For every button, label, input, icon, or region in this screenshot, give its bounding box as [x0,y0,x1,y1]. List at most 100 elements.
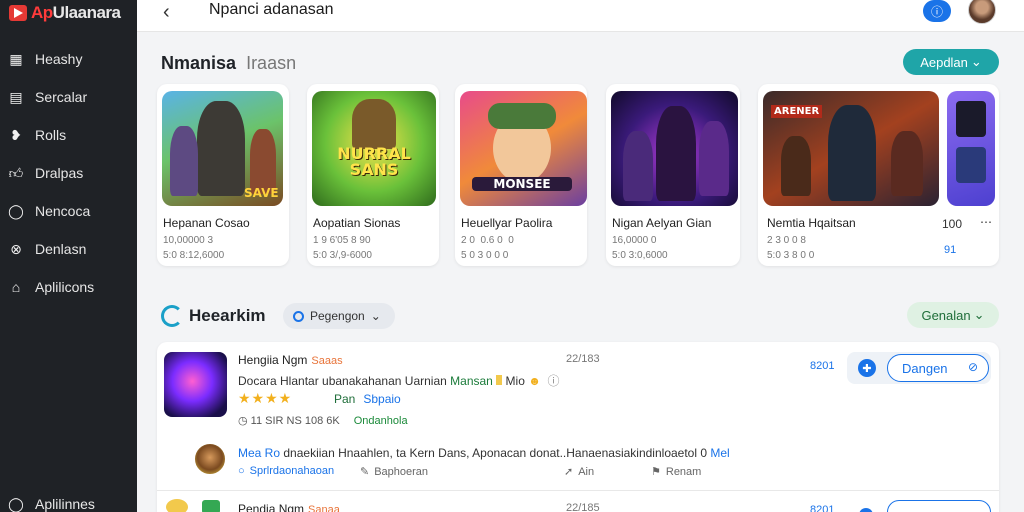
chevron-down-icon: ⌄ [970,54,982,69]
game-art-text: NURRAL SANS [337,144,411,179]
game-name: Nigan Aelyan Gian [612,216,712,230]
topbar: ‹ Npanci adanasan ⓘ [137,0,1024,32]
comment-text: Mea Ro dnaekiian Hnaahlen, ta Kern Dans,… [238,446,730,460]
list-item-title[interactable]: Hengiia Ngm Saaas [238,353,343,367]
card-count: 100 [942,217,963,231]
chevron-down-icon: ⌄ [973,307,985,322]
game-card[interactable]: SAVE Hepanan Cosao 10,00000 3 5:0 8:12,6… [157,84,289,266]
gamepad-icon: ⊗ [10,240,22,257]
sidebar-item-denlasn[interactable]: ⊗ Denlasn [0,230,137,268]
section-action-button[interactable]: Genalan ⌄ [907,302,999,328]
game-art-side [947,91,995,206]
dropdown-value: Pegengon [310,309,365,323]
game-thumbnail[interactable] [202,500,220,512]
game-art: NURRAL SANS [312,91,436,206]
add-icon[interactable]: ✚ [858,359,876,377]
pencil-icon: ✎ [360,466,370,478]
game-card[interactable]: MONSEE Heuellyar Paolira 2 0 0.6 0 0 5 0… [455,84,587,266]
list-item-number: 8201 [810,504,835,512]
circle-icon: ○ [238,465,245,477]
row-action-button[interactable] [887,500,991,512]
sidebar-item-nencoca[interactable]: ◯ Nencoca [0,192,137,230]
list-icon: ▤ [9,88,23,105]
game-art [611,91,738,206]
rating-text: Pan Sbpaio [334,392,401,406]
game-meta: 2 3 0 0 8 [767,235,806,246]
sidebar: ApUlaanara ▦ Heashy ▤ Sercalar ❥ Rolls 👍︎ Dr… [0,0,137,512]
heart-icon: ❥ [10,126,22,143]
share-icon: ➚ [564,466,574,478]
sidebar-item-label: Rolls [35,127,67,143]
game-name: Heuellyar Paolira [461,216,553,230]
row-action-button[interactable]: Dangen ⊘ [887,354,989,382]
game-meta: 5:0 3/,9-6000 [313,250,372,261]
game-meta: 10,00000 3 [163,235,214,246]
sidebar-item-dralpas[interactable]: 👍︎ Dralpas [0,154,137,192]
list-item-description: Docara Hlantar ubanakahanan Uarnian Mans… [238,374,560,388]
link-icon: ⊘ [967,360,978,374]
game-art-text: SAVE [244,186,279,200]
game-card[interactable]: NURRAL SANS Aopatian Sionas 1 9 6'05 8 9… [307,84,439,266]
rating-stars: ★★★★ [238,390,293,406]
comment-meta[interactable]: ➚ Ain [564,465,594,479]
flag-icon: ⚑ [651,466,661,478]
comment-meta[interactable]: ⚑ Renam [651,465,701,479]
game-card[interactable]: ARENER Nemtia Hqaitsan 2 3 0 0 8 5:0 3 8… [758,84,999,266]
list-item-count: 22/183 [566,353,600,365]
game-card[interactable]: Nigan Aelyan Gian 16,0000 0 5:0 3:0,6000 [606,84,740,266]
app-logo[interactable]: ApUlaanara [9,2,121,24]
clock-icon: ◷ [238,415,248,427]
game-meta: 5:0 3:0,6000 [612,250,668,261]
game-art-text: ARENER [771,105,823,118]
featured-action-button[interactable]: Aepdlan ⌄ [903,49,999,75]
page-title: Npanci adanasan [209,1,334,18]
sidebar-item-label: Sercalar [35,89,88,105]
logo-icon [9,5,27,21]
section-icon [161,305,183,327]
game-name: Aopatian Sionas [313,216,401,230]
sidebar-item-label: Denlasn [35,241,87,257]
game-art-text: MONSEE [472,177,572,191]
game-art: MONSEE [460,91,587,206]
comment-meta[interactable]: ○ Sprlrdaonahaoan [238,465,334,477]
featured-title: Nmanisa Iraasn [161,53,297,73]
app-name: ApUlaanara [31,3,121,22]
sidebar-item-bottom[interactable]: ◯ Aplilinnes [8,496,95,512]
list-item-title[interactable]: Pendia Ngm Sanaa [238,502,340,512]
circle-icon [293,310,304,322]
row-action-group: ✚ Dangen ⊘ [847,352,991,384]
game-thumbnail[interactable] [164,352,227,417]
sidebar-item-label: Nencoca [35,203,91,219]
sidebar-item-sercalar[interactable]: ▤ Sercalar [0,78,137,116]
more-icon[interactable]: ⋯ [980,215,992,229]
game-thumbnail[interactable] [166,499,188,512]
add-icon[interactable] [859,508,873,512]
game-meta: 5 0 3 0 0 0 [461,250,509,261]
game-meta: 5:0 8:12,6000 [163,250,225,261]
game-meta: 1 9 6'05 8 90 [313,235,371,246]
avatar[interactable] [968,0,996,24]
back-icon[interactable]: ‹ [163,1,170,24]
sidebar-item-heashy[interactable]: ▦ Heashy [0,40,137,78]
home-icon: ⌂ [11,279,21,295]
game-meta: 2 0 0.6 0 0 [461,235,514,246]
chat-icon: ◯ [8,202,24,219]
sidebar-nav: ▦ Heashy ▤ Sercalar ❥ Rolls 👍︎ Dralpas ◯ Nenc… [0,40,137,306]
comment-meta[interactable]: ✎ Baphoeran [360,465,428,479]
filter-dropdown[interactable]: Pegengon ⌄ [283,303,395,329]
section-title: Heearkim [189,306,266,325]
game-art: ARENER [763,91,939,206]
sidebar-item-rolls[interactable]: ❥ Rolls [0,116,137,154]
comment-avatar[interactable] [193,442,227,476]
sidebar-item-label: Aplilicons [35,279,95,295]
game-meta: 5:0 3 8 0 0 [767,250,815,261]
game-meta: 16,0000 0 [612,235,657,246]
game-name: Nemtia Hqaitsan [767,216,856,230]
info-button[interactable]: ⓘ [923,0,951,22]
info-icon: ⓘ [930,4,943,19]
circle-icon: ◯ [8,495,24,512]
grid-icon: ▦ [9,50,23,67]
sidebar-item-aplilicons[interactable]: ⌂ Aplilicons [0,268,137,306]
game-name: Hepanan Cosao [163,216,250,230]
list-item-number: 8201 [810,360,835,372]
